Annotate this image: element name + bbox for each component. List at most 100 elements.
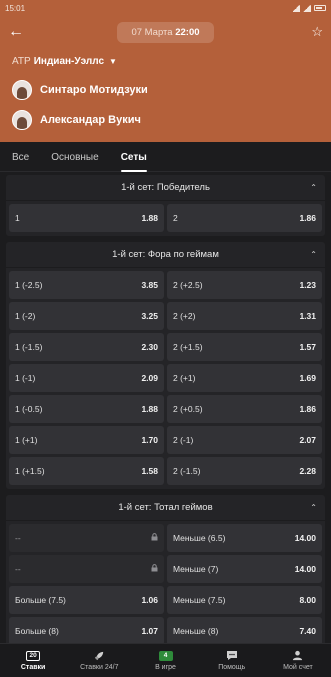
outcome-odd: 1.07: [141, 626, 158, 636]
tab-main[interactable]: Основные: [51, 152, 98, 171]
top-bar: ← 07 Марта 22:00 ☆: [0, 16, 331, 48]
outcome-odd: 8.00: [299, 595, 316, 605]
outcome-label: Больше (8): [15, 626, 59, 636]
outcome-odd: 1.86: [299, 213, 316, 223]
player-avatar: [12, 110, 32, 130]
lock-icon: [151, 564, 158, 574]
outcome-label: 1 (-1): [15, 373, 36, 383]
player-row: Александар Вукич: [0, 107, 331, 133]
outcome-button[interactable]: 1 (+1) 1.70: [9, 426, 164, 454]
outcome-button[interactable]: 2 1.86: [167, 204, 322, 232]
rocket-icon: [92, 650, 106, 661]
outcome-label: 1 (+1): [15, 435, 38, 445]
outcome-button[interactable]: Меньше (7.5) 8.00: [167, 586, 322, 614]
outcome-button[interactable]: 2 (+1) 1.69: [167, 364, 322, 392]
tab-sets[interactable]: Сеты: [120, 152, 147, 172]
back-arrow-icon[interactable]: ←: [8, 23, 28, 41]
outcome-odd: 2.07: [299, 435, 316, 445]
outcome-label: 2 (-1.5): [173, 466, 201, 476]
outcome-button[interactable]: 2 (+2.5) 1.23: [167, 271, 322, 299]
outcome-label: 1 (-0.5): [15, 404, 43, 414]
match-date: 07 Марта: [131, 26, 173, 38]
lock-icon: [151, 533, 158, 543]
market-title: 1-й сет: Победитель: [121, 182, 210, 193]
tournament-selector[interactable]: ATP Индиан-Уэллс ▼: [0, 48, 331, 67]
player-name: Синтаро Мотидзуки: [40, 84, 148, 96]
nav-bets-247[interactable]: Ставки 24/7: [66, 644, 132, 677]
outcome-label: Больше (7.5): [15, 595, 66, 605]
bets-icon: 20: [26, 650, 41, 661]
tab-all[interactable]: Все: [12, 152, 29, 171]
outcome-button[interactable]: 1 (-1) 2.09: [9, 364, 164, 392]
outcome-label: 1 (-1.5): [15, 342, 43, 352]
match-header: ← 07 Марта 22:00 ☆ ATP Индиан-Уэллс ▼ Си…: [0, 16, 331, 142]
outcome-button[interactable]: Меньше (7) 14.00: [167, 555, 322, 583]
outcome-label: Меньше (8): [173, 626, 219, 636]
chevron-up-icon: ⌃: [310, 183, 317, 192]
market-section-header[interactable]: 1-й сет: Победитель ⌃: [6, 175, 325, 201]
outcome-odd: 1.88: [141, 404, 158, 414]
locked-outcome: --: [9, 555, 164, 583]
outcome-label: 2 (+1.5): [173, 342, 203, 352]
bottom-nav: 20 Ставки Ставки 24/7 4 В игре Помощь Мо…: [0, 643, 331, 677]
outcome-label: Меньше (7): [173, 564, 219, 574]
outcome-button[interactable]: 1 (+1.5) 1.58: [9, 457, 164, 485]
nav-account[interactable]: Мой счет: [265, 644, 331, 677]
player-row: Синтаро Мотидзуки: [0, 77, 331, 103]
outcome-button[interactable]: 2 (-1.5) 2.28: [167, 457, 322, 485]
chevron-down-icon: ▼: [109, 57, 117, 66]
outcome-button[interactable]: 2 (+2) 1.31: [167, 302, 322, 330]
outcome-odd: 1.31: [299, 311, 316, 321]
battery-icon: [314, 5, 326, 11]
outcomes-grid: 1 (-2.5) 3.85 2 (+2.5) 1.23 1 (-2) 3.25 2 (+2)…: [6, 271, 325, 485]
outcome-label: 2 (+0.5): [173, 404, 203, 414]
outcome-label: Меньше (7.5): [173, 595, 226, 605]
outcome-button[interactable]: 2 (+0.5) 1.86: [167, 395, 322, 423]
tournament-prefix: ATP: [12, 56, 31, 67]
nav-live[interactable]: 4 В игре: [132, 644, 198, 677]
outcome-label: 1 (-2): [15, 311, 36, 321]
market-section-header[interactable]: 1-й сет: Тотал геймов ⌃: [6, 495, 325, 521]
locked-outcome: --: [9, 524, 164, 552]
outcome-button[interactable]: 1 (-2.5) 3.85: [9, 271, 164, 299]
outcome-odd: 1.69: [299, 373, 316, 383]
outcome-odd: 1.06: [141, 595, 158, 605]
outcome-odd: 2.28: [299, 466, 316, 476]
outcome-odd: 1.58: [141, 466, 158, 476]
outcome-button[interactable]: 1 (-1.5) 2.30: [9, 333, 164, 361]
markets-list[interactable]: 1-й сет: Победитель ⌃ 1 1.88 2 1.86 1-й сет: Ф…: [0, 172, 331, 643]
outcome-button[interactable]: 2 (+1.5) 1.57: [167, 333, 322, 361]
market-title: 1-й сет: Фора по геймам: [112, 249, 219, 260]
outcome-label: 1 (+1.5): [15, 466, 45, 476]
outcome-button[interactable]: Меньше (8) 7.40: [167, 617, 322, 643]
outcome-label: 2: [173, 213, 178, 223]
market-title: 1-й сет: Тотал геймов: [118, 502, 213, 513]
signal-icon-2: [303, 4, 311, 12]
outcome-odd: 2.09: [141, 373, 158, 383]
status-time: 15:01: [5, 3, 26, 13]
outcome-odd: 14.00: [294, 533, 316, 543]
outcomes-grid: -- Меньше (6.5) 14.00 -- Меньше (7) 14.00 Боль…: [6, 524, 325, 643]
outcome-button[interactable]: Больше (8) 1.07: [9, 617, 164, 643]
outcome-label: 1 (-2.5): [15, 280, 43, 290]
outcome-button[interactable]: 1 (-2) 3.25: [9, 302, 164, 330]
outcome-label: 2 (-1): [173, 435, 194, 445]
nav-bets[interactable]: 20 Ставки: [0, 644, 66, 677]
nav-help[interactable]: Помощь: [199, 644, 265, 677]
market-section: 1-й сет: Победитель ⌃ 1 1.88 2 1.86: [6, 175, 325, 236]
player-avatar: [12, 80, 32, 100]
outcome-label: 2 (+2): [173, 311, 196, 321]
outcome-button[interactable]: Меньше (6.5) 14.00: [167, 524, 322, 552]
outcome-button[interactable]: 1 (-0.5) 1.88: [9, 395, 164, 423]
status-bar: 15:01: [0, 0, 331, 16]
favorite-star-icon[interactable]: ☆: [303, 24, 323, 40]
nav-label: В игре: [155, 663, 176, 671]
outcome-button[interactable]: 1 1.88: [9, 204, 164, 232]
outcome-odd: 14.00: [294, 564, 316, 574]
outcome-label: 2 (+1): [173, 373, 196, 383]
outcome-button[interactable]: 2 (-1) 2.07: [167, 426, 322, 454]
outcome-label: 1: [15, 213, 20, 223]
market-section-header[interactable]: 1-й сет: Фора по геймам ⌃: [6, 242, 325, 268]
outcome-button[interactable]: Больше (7.5) 1.06: [9, 586, 164, 614]
outcome-odd: 3.25: [141, 311, 158, 321]
